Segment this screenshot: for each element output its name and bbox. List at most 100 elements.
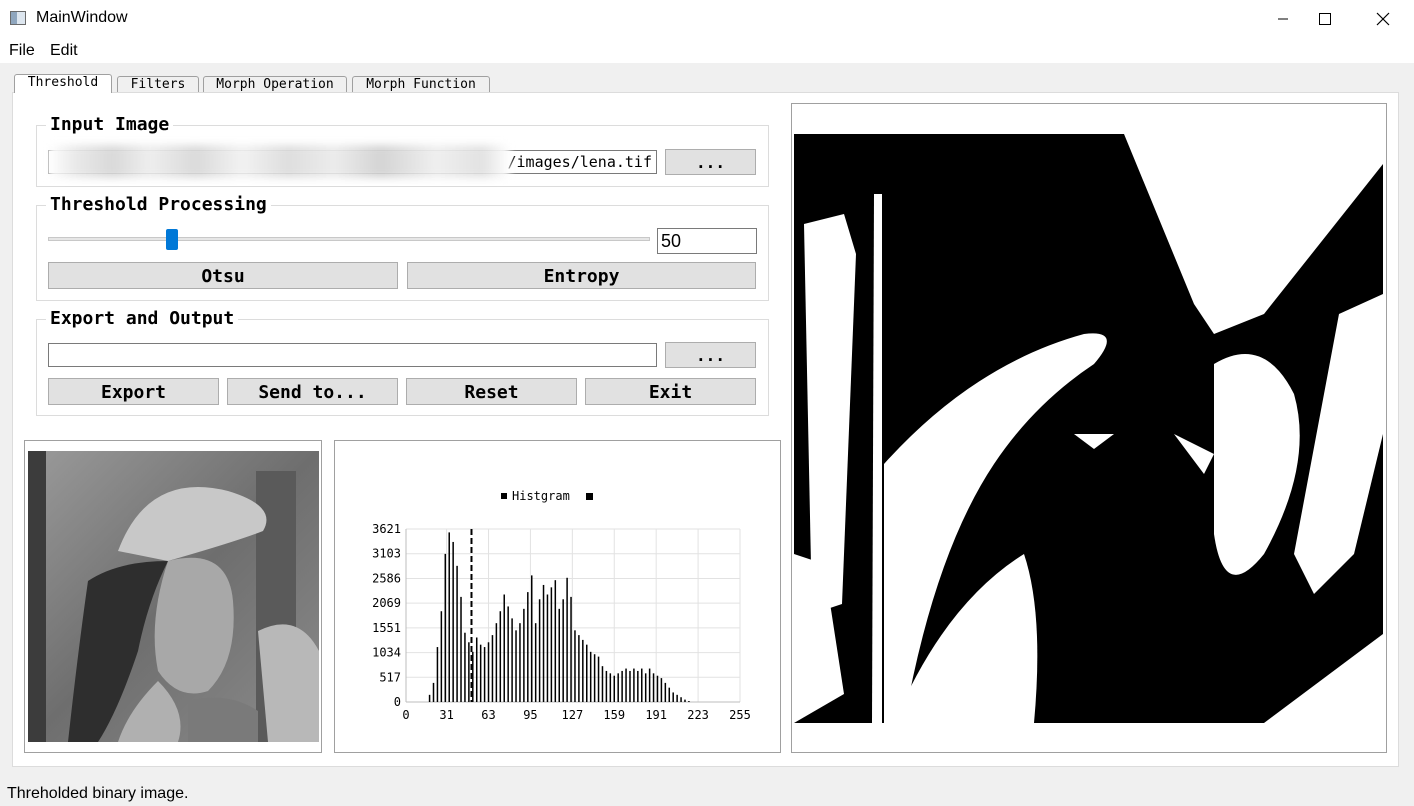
reset-button[interactable]: Reset <box>406 378 577 405</box>
x-tick-label: 159 <box>603 708 625 722</box>
output-browse-button[interactable]: ... <box>665 342 756 368</box>
histogram-bar <box>554 580 557 702</box>
histogram-bar <box>428 694 431 702</box>
export-output-title: Export and Output <box>46 308 239 329</box>
histogram-chart: 0 517 1034 1551 2069 2586 3103 3621 0 31 63 95 127 15… <box>335 441 780 752</box>
export-button[interactable]: Export <box>48 378 219 405</box>
histogram-bar <box>499 611 502 702</box>
histogram-bar <box>460 596 462 702</box>
histogram-frame: 0 517 1034 1551 2069 2586 3103 3621 0 31 63 95 127 15… <box>334 440 781 753</box>
histogram-bar <box>534 623 537 702</box>
x-tick-label: 95 <box>523 708 537 722</box>
histogram-bar <box>688 701 690 702</box>
histogram-bar <box>644 673 647 702</box>
threshold-value-field[interactable]: 50 <box>657 228 757 254</box>
source-image-frame <box>24 440 322 753</box>
x-tick-label: 0 <box>402 708 409 722</box>
histogram-bar <box>593 654 596 702</box>
histogram-bar <box>546 594 549 702</box>
histogram-bar <box>605 670 608 702</box>
histogram-bar <box>519 623 521 702</box>
histogram-bar <box>648 668 651 702</box>
histogram-bar <box>617 673 619 702</box>
y-tick-label: 2586 <box>372 571 401 585</box>
histogram-bar <box>495 623 498 702</box>
histogram-bar <box>672 692 674 702</box>
histogram-bar <box>680 697 682 702</box>
threshold-processing-title: Threshold Processing <box>46 194 271 215</box>
histogram-bar <box>507 606 509 702</box>
input-path-text: /images/lena.tif <box>507 153 653 171</box>
legend-marker-right <box>586 493 593 500</box>
tab-morph-function[interactable]: Morph Function <box>352 76 490 93</box>
y-tick-label: 0 <box>394 695 401 709</box>
histogram-bar <box>483 647 486 702</box>
histogram-bar <box>660 678 663 702</box>
histogram-bar <box>491 635 494 702</box>
histogram-bar <box>475 637 478 702</box>
y-tick-label: 517 <box>379 670 401 684</box>
histogram-bar <box>664 682 667 702</box>
exit-button[interactable]: Exit <box>585 378 756 405</box>
y-tick-label: 3621 <box>372 522 401 536</box>
threshold-slider-track[interactable] <box>48 237 650 241</box>
output-path-field[interactable] <box>48 343 657 367</box>
histogram-bar <box>582 639 584 702</box>
histogram-bar <box>621 670 623 702</box>
histogram-bar <box>609 673 612 702</box>
redacted-path-blur <box>48 145 510 178</box>
histogram-bar <box>562 599 564 702</box>
otsu-button[interactable]: Otsu <box>48 262 398 289</box>
maximize-button[interactable] <box>1306 0 1352 38</box>
tab-morph-operation[interactable]: Morph Operation <box>203 76 347 93</box>
histogram-bar <box>452 541 454 702</box>
histogram-bar <box>515 630 517 702</box>
histogram-bar <box>464 632 466 702</box>
status-bar-text: Threholded binary image. <box>7 785 189 802</box>
input-browse-button[interactable]: ... <box>665 149 756 175</box>
legend-label: Histgram <box>512 489 570 503</box>
histogram-bar <box>578 635 580 702</box>
menu-edit[interactable]: Edit <box>50 42 78 60</box>
histogram-bar <box>574 630 576 702</box>
x-tick-label: 63 <box>481 708 495 722</box>
histogram-bar <box>456 565 458 702</box>
histogram-bar <box>656 675 659 702</box>
histogram-bar <box>601 666 604 702</box>
y-tick-label: 1551 <box>372 621 401 635</box>
minimize-button[interactable] <box>1260 0 1306 38</box>
histogram-bar <box>448 532 450 702</box>
histogram-bar <box>629 670 631 702</box>
app-icon <box>10 11 26 25</box>
binary-image-frame <box>791 103 1387 753</box>
histogram-bar <box>530 575 533 702</box>
send-to-button[interactable]: Send to... <box>227 378 398 405</box>
histogram-bar <box>597 656 600 702</box>
histogram-bar <box>538 599 541 702</box>
close-icon <box>1376 12 1390 26</box>
histogram-bar <box>676 694 678 702</box>
binary-image <box>794 134 1383 723</box>
y-tick-label: 3103 <box>372 547 401 561</box>
tab-threshold[interactable]: Threshold <box>14 74 112 93</box>
title-bar: MainWindow <box>0 0 1414 38</box>
histogram-bar <box>468 642 470 702</box>
histogram-bar <box>558 608 560 702</box>
histogram-bar <box>444 553 447 702</box>
histogram-bar <box>550 587 553 702</box>
histogram-bar <box>487 642 490 702</box>
x-tick-label: 223 <box>687 708 709 722</box>
histogram-bar <box>633 668 635 702</box>
histogram-bar <box>684 699 686 702</box>
close-button[interactable] <box>1360 0 1406 38</box>
minimize-icon <box>1278 18 1288 20</box>
histogram-bar <box>527 592 529 702</box>
tab-filters[interactable]: Filters <box>117 76 199 93</box>
y-tick-label: 1034 <box>372 646 401 660</box>
entropy-button[interactable]: Entropy <box>407 262 756 289</box>
x-tick-label: 31 <box>439 708 453 722</box>
menu-file[interactable]: File <box>9 42 35 60</box>
histogram-bar <box>652 673 655 702</box>
threshold-slider-handle[interactable] <box>166 229 178 250</box>
histogram-bar <box>637 670 639 702</box>
